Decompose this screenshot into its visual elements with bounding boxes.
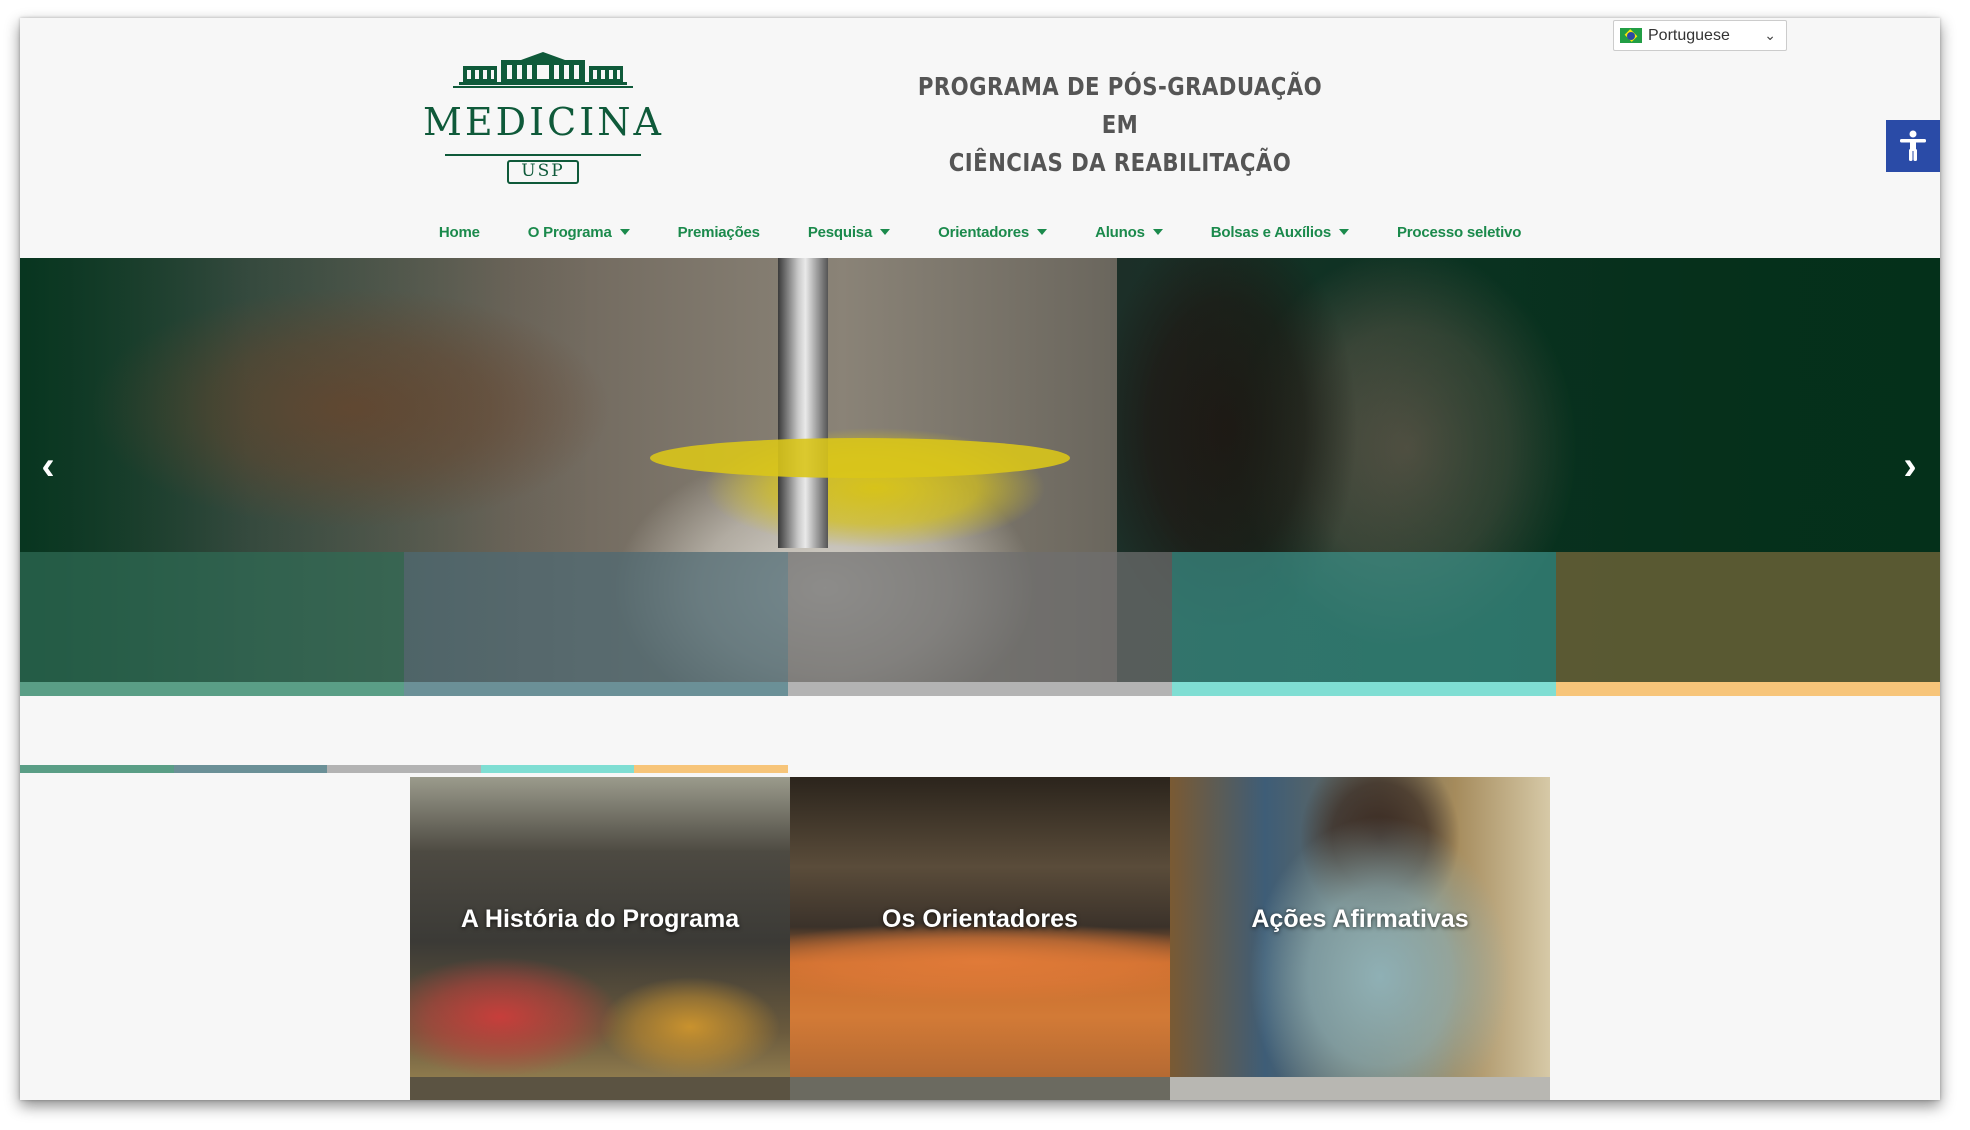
nav-item-premiacoes[interactable]: Premiações (678, 214, 760, 250)
hero-band (1172, 552, 1556, 682)
nav-item-label: Processo seletivo (1396, 223, 1522, 241)
card-title: Os Orientadores (882, 905, 1078, 933)
language-select-value: Portuguese (1648, 26, 1730, 44)
hero-color-bands (20, 552, 1940, 682)
card-historia-do-programa[interactable]: A História do Programa (410, 777, 790, 1077)
program-title: PROGRAMA DE PÓS-GRADUAÇÃO EM CIÊNCIAS DA… (916, 68, 1324, 182)
program-title-line-2: CIÊNCIAS DA REABILITAÇÃO (948, 148, 1292, 177)
hero-color-strip (20, 682, 1940, 696)
card-title: Ações Afirmativas (1251, 905, 1469, 933)
card-title: A História do Programa (460, 905, 740, 933)
logo-usp-mark: USP (507, 160, 579, 184)
strip-segment (480, 765, 635, 773)
nav-item-home[interactable]: Home (439, 214, 480, 250)
card-os-orientadores[interactable]: Os Orientadores (790, 777, 1170, 1077)
nav-item-pesquisa[interactable]: Pesquisa (807, 214, 891, 250)
slider-next-button[interactable]: › (1896, 446, 1924, 486)
strip-segment (20, 682, 404, 696)
feature-cards: A História do Programa Os Orientadores A… (410, 777, 1550, 1100)
strip-segment (1556, 682, 1940, 696)
chevron-left-icon: ‹ (41, 444, 55, 488)
nav-item-label: Pesquisa (807, 223, 873, 241)
medicina-usp-logo[interactable]: MEDICINA USP (423, 48, 664, 184)
caret-down-icon (1037, 229, 1048, 235)
nav-item-orientadores[interactable]: Orientadores (938, 214, 1048, 250)
brazil-flag-icon (1620, 28, 1642, 43)
faculty-building-icon (453, 52, 633, 88)
nav-item-bolsas-e-auxilios[interactable]: Bolsas e Auxílios (1211, 214, 1349, 250)
nav-item-processo-seletivo[interactable]: Processo seletivo (1397, 214, 1521, 250)
section-color-strip (20, 765, 788, 773)
nav-item-label: Alunos (1095, 223, 1145, 241)
accessibility-person-icon (1900, 130, 1926, 161)
logo-wordmark: MEDICINA (423, 100, 664, 144)
nav-item-o-programa[interactable]: O Programa (528, 214, 630, 250)
strip-segment (788, 682, 1172, 696)
strip-segment (20, 765, 174, 773)
strip-segment (634, 765, 788, 773)
browser-page: MEDICINA USP PROGRAMA DE PÓS-GRADUAÇÃO E… (20, 18, 1940, 1100)
card-next-row-2[interactable] (790, 1077, 1170, 1100)
card-next-row-3[interactable] (1170, 1077, 1550, 1100)
logo-divider (445, 154, 641, 156)
strip-segment (327, 765, 481, 773)
main-navigation: Home O Programa Premiações Pesquisa Orie… (20, 214, 1940, 250)
card-next-row-1[interactable] (410, 1077, 790, 1100)
caret-down-icon (880, 229, 891, 235)
caret-down-icon (1152, 229, 1163, 235)
nav-item-label: Home (438, 223, 480, 241)
hero-band (20, 552, 404, 682)
strip-segment (404, 682, 788, 696)
caret-down-icon (1338, 229, 1349, 235)
hero-slider[interactable]: ‹ › (20, 258, 1940, 682)
language-select[interactable]: Portuguese ⌄ (1613, 20, 1787, 51)
caret-down-icon (619, 229, 630, 235)
hero-band (404, 552, 788, 682)
chevron-right-icon: › (1903, 444, 1917, 488)
strip-segment (173, 765, 328, 773)
slider-prev-button[interactable]: ‹ (34, 446, 62, 486)
strip-segment (1172, 682, 1556, 696)
hero-band (788, 552, 1172, 682)
nav-item-alunos[interactable]: Alunos (1095, 214, 1163, 250)
chevron-down-icon: ⌄ (1764, 27, 1776, 43)
accessibility-menu-button[interactable] (1886, 120, 1940, 172)
nav-item-label: O Programa (527, 223, 612, 241)
card-acoes-afirmativas[interactable]: Ações Afirmativas (1170, 777, 1550, 1077)
hero-band (1556, 552, 1940, 682)
nav-item-label: Bolsas e Auxílios (1210, 223, 1331, 241)
nav-item-label: Premiações (677, 223, 760, 241)
program-title-line-1: PROGRAMA DE PÓS-GRADUAÇÃO EM (917, 72, 1323, 139)
nav-item-label: Orientadores (938, 223, 1030, 241)
